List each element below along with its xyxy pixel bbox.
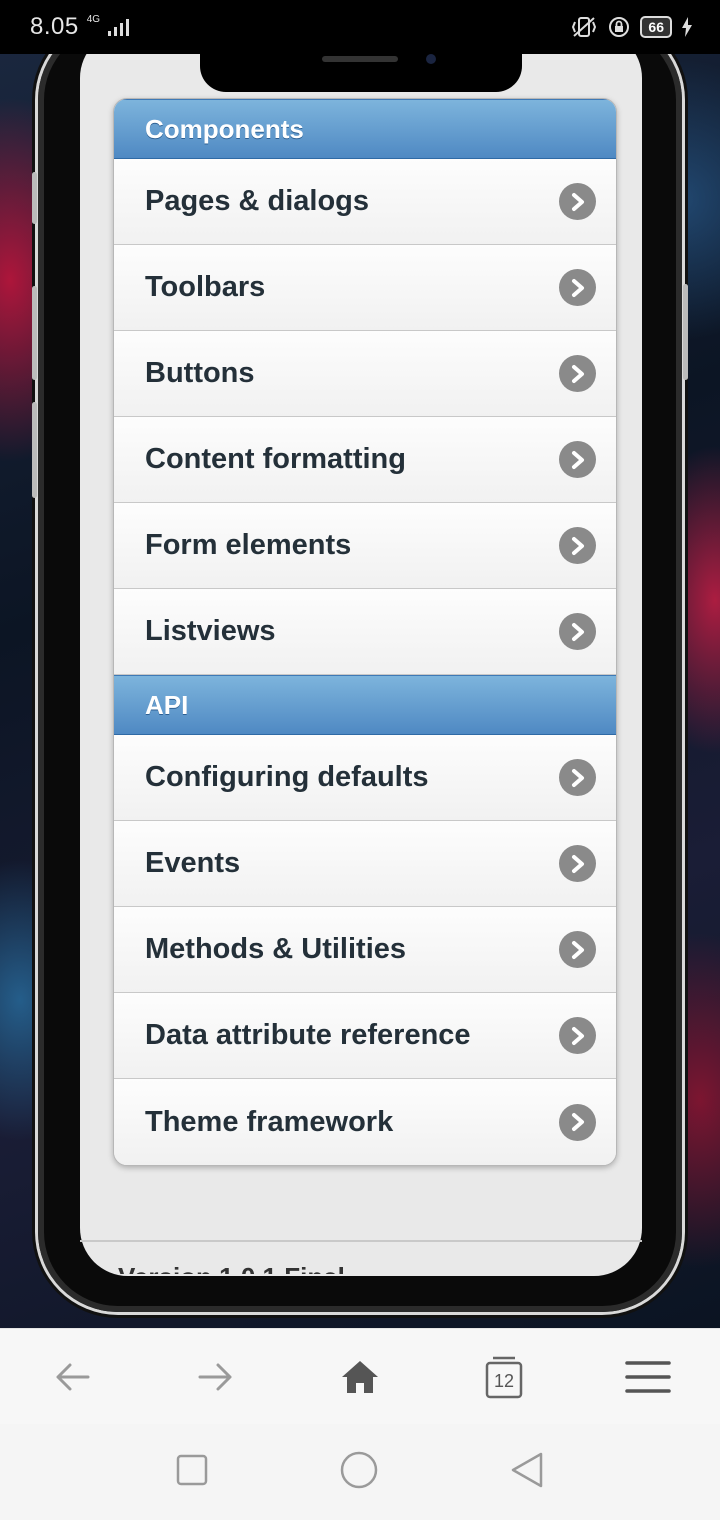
chevron-right-icon	[559, 1103, 596, 1141]
system-navigation-bar	[0, 1424, 720, 1520]
list-item-label: Methods & Utilities	[145, 933, 407, 965]
phone-volume-up-button	[32, 286, 37, 380]
list-item-buttons[interactable]: Buttons	[114, 331, 616, 417]
list-item-theme-framework[interactable]: Theme framework	[114, 1079, 616, 1165]
tabs-count: 12	[493, 1370, 515, 1391]
list-item-events[interactable]: Events	[114, 821, 616, 907]
home-icon	[342, 1361, 378, 1393]
signal-icon	[108, 19, 130, 36]
charging-icon	[682, 17, 692, 37]
list-item-methods-and-utilities[interactable]: Methods & Utilities	[114, 907, 616, 993]
chevron-right-icon	[559, 845, 596, 882]
chevron-right-icon	[559, 527, 596, 564]
system-home-button[interactable]	[340, 1451, 378, 1494]
list-item-toolbars[interactable]: Toolbars	[114, 245, 616, 331]
hamburger-menu-icon	[625, 1361, 671, 1393]
list-item-configuring-defaults[interactable]: Configuring defaults	[114, 735, 616, 821]
list-item-label: Form elements	[145, 529, 352, 561]
list-item-label: Pages & dialogs	[145, 185, 370, 217]
chevron-right-icon	[559, 931, 596, 968]
network-type-label: 4G	[86, 13, 101, 25]
list-item-label: Listviews	[145, 615, 276, 647]
status-time: 8.05	[30, 13, 79, 40]
notch-speaker	[322, 56, 398, 62]
list-item-form-elements[interactable]: Form elements	[114, 503, 616, 589]
list-item-label: Data attribute reference	[145, 1019, 471, 1051]
status-bar: 8.05 4G 66	[0, 0, 720, 54]
list-item-label: Events	[145, 847, 241, 879]
list-item-label: Theme framework	[145, 1105, 394, 1138]
forward-button[interactable]	[181, 1342, 251, 1412]
chevron-right-icon	[559, 759, 596, 796]
list-item-listviews[interactable]: Listviews	[114, 589, 616, 675]
list-item-label: Content formatting	[145, 443, 406, 475]
section-header-components: Components	[114, 99, 616, 159]
list-item-pages-and-dialogs[interactable]: Pages & dialogs	[114, 159, 616, 245]
recents-button[interactable]	[176, 1454, 208, 1491]
list-item-label: Buttons	[145, 357, 255, 389]
chevron-right-icon	[559, 183, 596, 220]
vibrate-icon	[572, 17, 597, 37]
browser-toolbar: 12	[0, 1328, 720, 1425]
phone-notch	[200, 54, 522, 92]
triangle-back-icon	[511, 1452, 543, 1487]
rotation-lock-icon	[609, 17, 630, 37]
chevron-right-icon	[559, 1017, 596, 1054]
square-icon	[176, 1454, 208, 1485]
chevron-right-icon	[559, 613, 596, 650]
chevron-right-icon	[559, 269, 596, 306]
list-item-data-attribute-reference[interactable]: Data attribute reference	[114, 993, 616, 1079]
system-back-button[interactable]	[510, 1451, 544, 1494]
footer-divider	[80, 1240, 642, 1242]
back-button[interactable]	[37, 1342, 107, 1412]
list-item-label: Configuring defaults	[145, 761, 429, 793]
section-header-api: API	[114, 675, 616, 735]
menu-button[interactable]	[613, 1342, 683, 1412]
circle-icon	[340, 1451, 378, 1488]
navigation-listview: Components Pages & dialogs Toolbars Buttons…	[113, 98, 617, 1166]
arrow-right-icon	[198, 1363, 232, 1391]
phone-power-button	[683, 284, 688, 380]
chevron-right-icon	[559, 441, 596, 478]
phone-volume-down-button	[32, 402, 37, 498]
list-item-content-formatting[interactable]: Content formatting	[114, 417, 616, 503]
arrow-left-icon	[56, 1363, 90, 1391]
chevron-right-icon	[559, 355, 596, 392]
notch-camera	[426, 54, 436, 64]
list-item-label: Toolbars	[145, 271, 266, 303]
battery-level: 66	[640, 16, 672, 38]
phone-side-button	[32, 172, 37, 224]
home-button[interactable]	[325, 1342, 395, 1412]
tabs-button[interactable]: 12	[469, 1342, 539, 1412]
